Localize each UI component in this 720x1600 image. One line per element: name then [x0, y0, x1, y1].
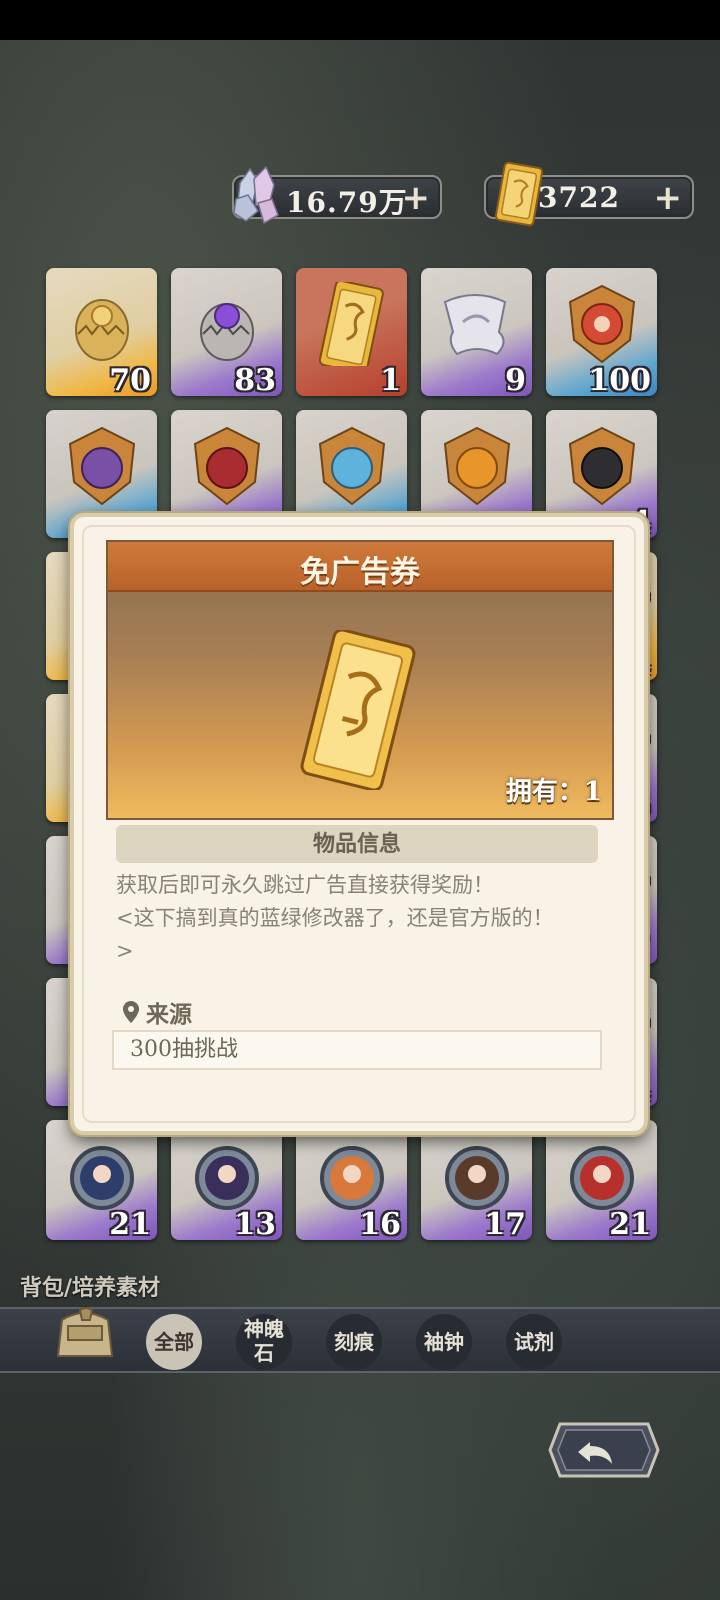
- section-title: 背包/培养素材: [20, 1275, 161, 1301]
- ticket-add-button[interactable]: +: [654, 178, 683, 218]
- item-count: 9: [505, 363, 526, 396]
- item-detail-modal: 免广告券 拥有：1 物品信息 获取后即可永久跳过广告直接获得奖励！ <这下搞到真…: [70, 513, 648, 1135]
- tab-label-line1: 神魄: [244, 1317, 284, 1341]
- item-description: 获取后即可永久跳过广告直接获得奖励！ <这下搞到真的蓝绿修改器了，还是官方版的！…: [116, 869, 596, 968]
- owned-count: 拥有：1: [505, 777, 602, 807]
- item-character-medallion[interactable]: 13: [171, 1120, 282, 1240]
- item-character-medallion[interactable]: 16: [296, 1120, 407, 1240]
- item-character-medallion[interactable]: 21: [546, 1120, 657, 1240]
- crystal-amount: 16.79万: [286, 186, 408, 219]
- tab-reagent[interactable]: 试剂: [506, 1314, 562, 1370]
- tab-engraving[interactable]: 刻痕: [326, 1314, 382, 1370]
- tab-label-line2: 石: [254, 1341, 274, 1365]
- status-bar: [0, 0, 720, 40]
- dragon-badge-icon: [193, 426, 261, 506]
- demon-badge-icon: [68, 426, 136, 506]
- character-medallion-icon: [570, 1146, 634, 1210]
- description-line: 获取后即可永久跳过广告直接获得奖励！: [116, 873, 494, 897]
- item-ad-free-ticket[interactable]: 1: [296, 268, 407, 396]
- item-scroll[interactable]: 9: [421, 268, 532, 396]
- ad-free-ticket-icon: [318, 282, 384, 366]
- item-count: 13: [234, 1207, 276, 1240]
- item-purple-egg[interactable]: 83: [171, 268, 282, 396]
- location-pin-icon: [123, 1001, 139, 1023]
- item-character-medallion[interactable]: 21: [46, 1120, 157, 1240]
- item-count: 1: [380, 363, 401, 396]
- ticket-currency-bar: 3722 +: [484, 161, 694, 227]
- item-count: 21: [109, 1207, 151, 1240]
- character-medallion-icon: [195, 1146, 259, 1210]
- ticket-amount: 3722: [538, 181, 620, 214]
- item-count: 83: [234, 363, 276, 396]
- item-character-medallion[interactable]: 17: [421, 1120, 532, 1240]
- character-medallion-icon: [320, 1146, 384, 1210]
- tab-spirit-stone[interactable]: 神魄 石: [236, 1314, 292, 1370]
- item-red-badge[interactable]: 100: [546, 268, 657, 396]
- item-count: 17: [484, 1207, 526, 1240]
- banner-title-bar: 免广告券: [108, 542, 612, 592]
- source-entry[interactable]: 300抽挑战: [112, 1030, 602, 1070]
- scroll-icon: [443, 294, 507, 356]
- backpack-icon: [56, 1307, 114, 1357]
- golden-egg-icon: [75, 299, 129, 361]
- description-line: >: [116, 939, 134, 963]
- item-banner: 免广告券 拥有：1: [106, 540, 614, 820]
- character-medallion-icon: [445, 1146, 509, 1210]
- dark-badge-icon: [568, 426, 636, 506]
- description-line: <这下搞到真的蓝绿修改器了，还是官方版的！: [116, 906, 554, 930]
- sun-badge-icon: [443, 426, 511, 506]
- source-label: 来源: [146, 1001, 192, 1028]
- purple-egg-icon: [200, 303, 254, 361]
- item-count: 16: [359, 1207, 401, 1240]
- character-medallion-icon: [70, 1146, 134, 1210]
- tab-pocket-watch[interactable]: 袖钟: [416, 1314, 472, 1370]
- item-golden-egg[interactable]: 70: [46, 268, 157, 396]
- red-badge-icon: [568, 284, 636, 364]
- crystal-add-button[interactable]: +: [402, 178, 431, 218]
- item-info-header: 物品信息: [116, 825, 598, 863]
- item-count: 21: [609, 1207, 651, 1240]
- item-count: 70: [109, 363, 151, 396]
- back-button[interactable]: [546, 1420, 662, 1480]
- crystal-icon: [233, 165, 279, 225]
- ice-badge-icon: [318, 426, 386, 506]
- tab-all[interactable]: 全部: [146, 1314, 202, 1370]
- item-count: 100: [588, 363, 651, 396]
- ad-free-ticket-icon: [300, 630, 416, 790]
- modal-title: 免广告券: [300, 555, 420, 590]
- crystal-currency-bar: 16.79万 +: [232, 165, 442, 225]
